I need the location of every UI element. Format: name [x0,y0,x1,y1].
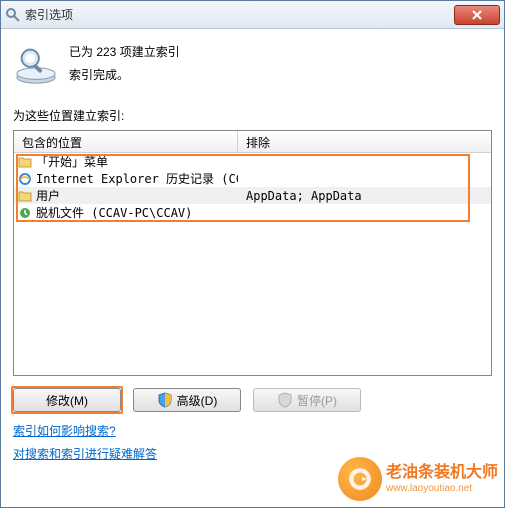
content-area: 已为 223 项建立索引 索引完成。 为这些位置建立索引: 包含的位置 排除 「… [1,29,504,507]
section-label: 为这些位置建立索引: [13,107,492,124]
button-label: 高级(D) [177,392,218,409]
column-exclude[interactable]: 排除 [238,131,491,152]
column-included[interactable]: 包含的位置 [14,131,238,152]
ie-icon [18,172,32,186]
watermark-title: 老油条装机大师 [386,463,498,482]
app-icon [5,7,21,23]
dialog-window: 索引选项 已为 223 项建立索引 索引完成。 为这些位置建立索引: [0,0,505,508]
help-links: 索引如何影响搜索? 对搜索和索引进行疑难解答 [13,422,492,462]
offline-icon [18,206,32,220]
watermark: 老油条装机大师 www.laoyoutiao.net [338,457,498,501]
status-text: 已为 223 项建立索引 索引完成。 [69,41,180,89]
folder-icon [18,155,32,169]
list-item[interactable]: 「开始」菜单 [14,153,491,170]
button-label: 修改(M) [46,392,88,409]
button-label: 暂停(P) [297,392,337,409]
link-affect-search[interactable]: 索引如何影响搜索? [13,422,492,439]
close-button[interactable] [454,5,500,25]
list-body: 「开始」菜单 Internet Explorer 历史记录 (CCA... 用户 [14,153,491,221]
status-row: 已为 223 项建立索引 索引完成。 [13,41,492,89]
shield-icon [277,392,293,408]
row-name: 「开始」菜单 [36,153,108,170]
row-exclude: AppData; AppData [238,189,491,203]
status-count: 已为 223 项建立索引 [69,43,180,60]
titlebar: 索引选项 [1,1,504,29]
row-name: Internet Explorer 历史记录 (CCA... [36,170,238,187]
status-complete: 索引完成。 [69,66,180,83]
locations-list[interactable]: 包含的位置 排除 「开始」菜单 Internet Explorer 历史记录 (… [13,130,492,376]
list-item[interactable]: Internet Explorer 历史记录 (CCA... [14,170,491,187]
folder-icon [18,189,32,203]
index-icon [13,41,59,87]
list-item[interactable]: 脱机文件 (CCAV-PC\CCAV) [14,204,491,221]
modify-button[interactable]: 修改(M) [13,388,121,412]
advanced-button[interactable]: 高级(D) [133,388,241,412]
pause-button: 暂停(P) [253,388,361,412]
button-row: 修改(M) 高级(D) 暂停(P) [13,388,492,412]
list-item[interactable]: 用户 AppData; AppData [14,187,491,204]
row-name: 脱机文件 (CCAV-PC\CCAV) [36,204,192,221]
shield-icon [157,392,173,408]
window-title: 索引选项 [25,6,454,23]
row-name: 用户 [36,187,60,204]
watermark-url: www.laoyoutiao.net [386,483,498,495]
watermark-badge-icon [338,457,382,501]
list-header: 包含的位置 排除 [14,131,491,153]
